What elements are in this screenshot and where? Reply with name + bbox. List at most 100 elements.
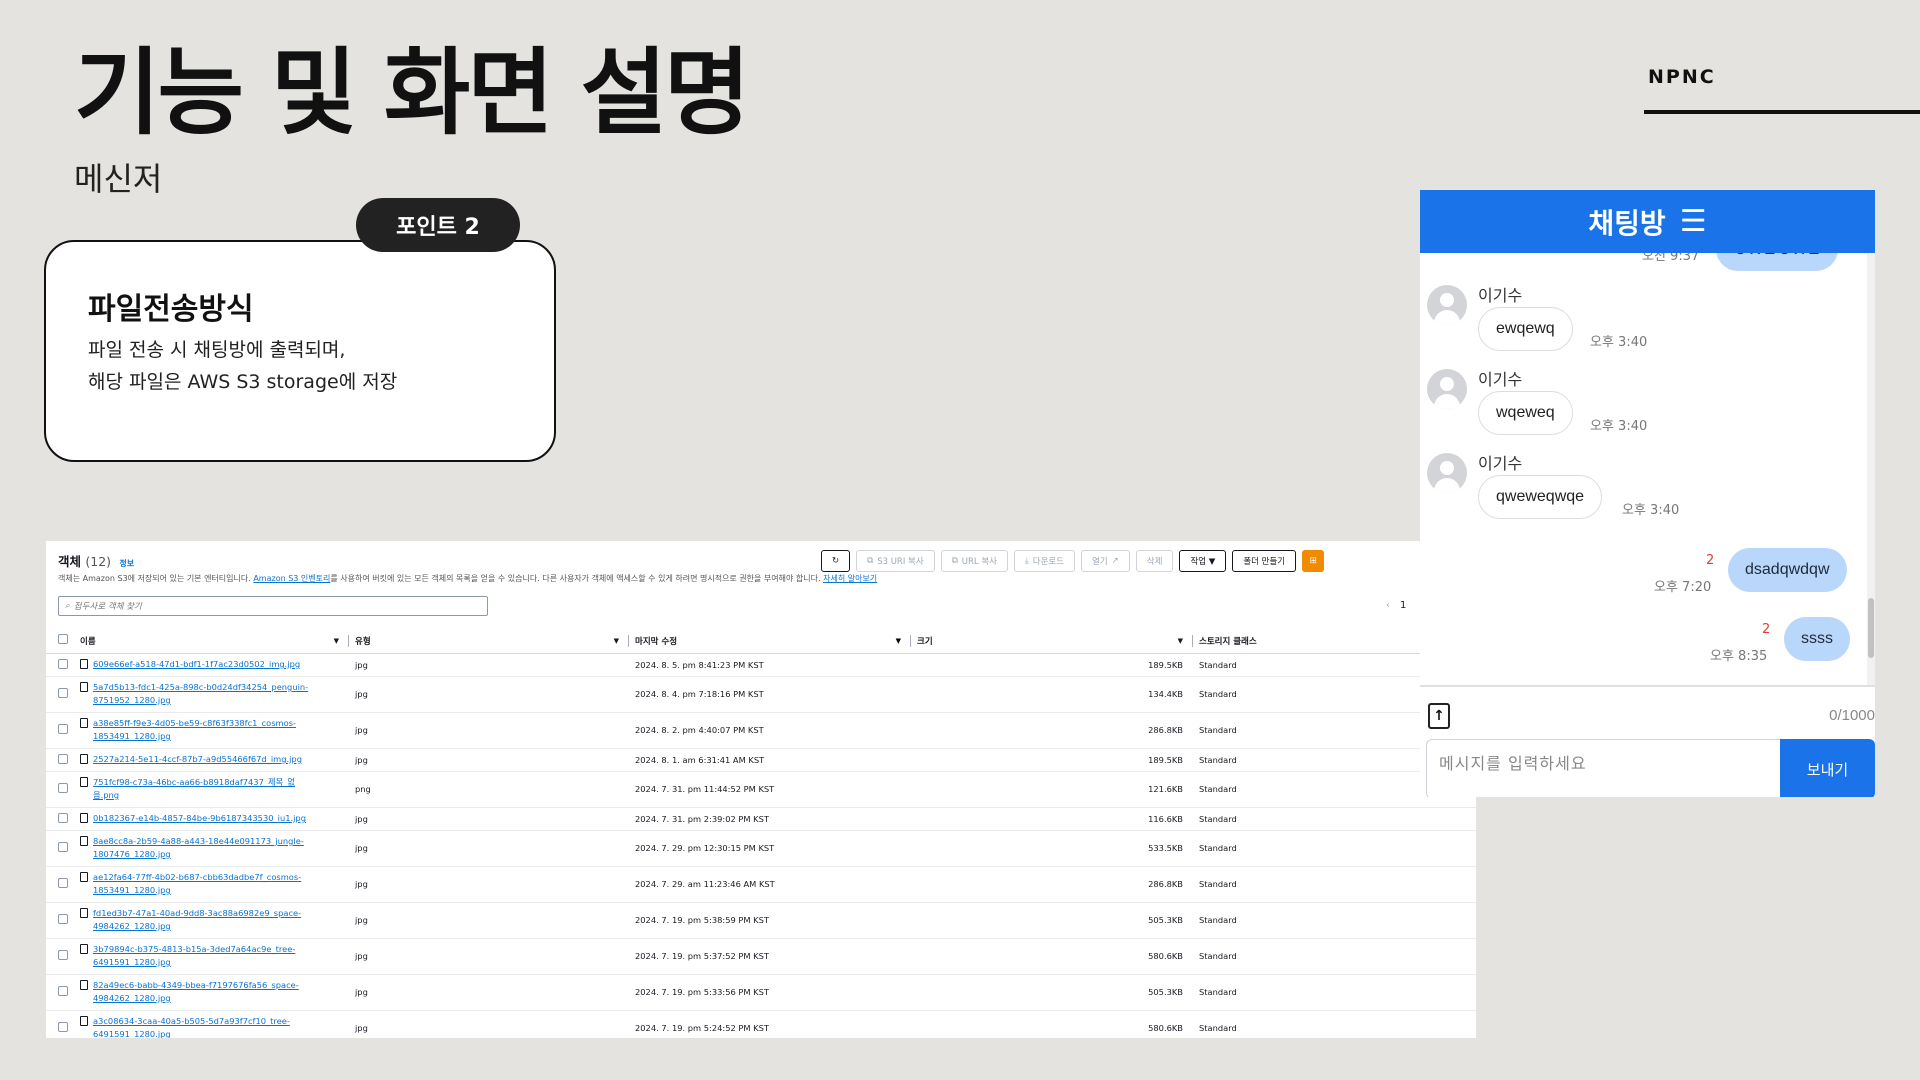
table-row[interactable]: a38e85ff-f9e3-4d05-be59-c8f63f338fc1_cos… — [46, 712, 1476, 749]
object-size: 580.6KB — [913, 938, 1195, 975]
table-row[interactable]: 3b79894c-b375-4813-b15a-3ded7a64ac9e_tre… — [46, 938, 1476, 975]
menu-icon[interactable]: ☰ — [1680, 204, 1707, 239]
object-name-line1: 2527a214-5e11-4ccf-87b7-a9d55466f67d_img… — [93, 754, 302, 764]
row-checkbox[interactable] — [58, 724, 68, 734]
message-time: 오후 3:40 — [1590, 419, 1648, 434]
avatar — [1427, 453, 1467, 493]
object-name-link[interactable]: 3b79894c-b375-4813-b15a-3ded7a64ac9e_tre… — [80, 943, 347, 969]
row-checkbox[interactable] — [58, 1022, 68, 1032]
object-storage-class: Standard — [1195, 866, 1476, 903]
object-name-line1: a3c08634-3caa-40a5-b505-5d7a93f7cf10_tre… — [93, 1016, 290, 1026]
row-checkbox[interactable] — [58, 688, 68, 698]
column-size[interactable]: 크기 ▼ — [913, 629, 1195, 654]
row-checkbox[interactable] — [58, 842, 68, 852]
object-name-line2: 6491591_1280.jpg — [93, 1029, 171, 1038]
s3-inventory-link[interactable]: Amazon S3 인벤토리 — [253, 574, 330, 583]
row-checkbox[interactable] — [58, 950, 68, 960]
column-divider — [910, 635, 911, 647]
object-name-link[interactable]: 751fcf98-c73a-46bc-aa66-b8918daf7437_제목_… — [80, 776, 347, 802]
row-checkbox[interactable] — [58, 914, 68, 924]
object-name-link[interactable]: 8ae8cc8a-2b59-4a88-a443-18e44e091173_jun… — [80, 835, 347, 861]
column-name[interactable]: 이름 ▼ — [76, 629, 351, 654]
file-upload-icon[interactable]: ↑ — [1428, 703, 1450, 729]
object-name-cell: a38e85ff-f9e3-4d05-be59-c8f63f338fc1_cos… — [76, 712, 351, 749]
s3-info-link[interactable]: 정보 — [119, 559, 134, 568]
sender-name: 이기수 — [1478, 370, 1523, 389]
row-checkbox[interactable] — [58, 658, 68, 669]
object-size: 505.3KB — [913, 974, 1195, 1011]
copy-url-button[interactable]: ⧉ URL 복사 — [940, 550, 1008, 572]
message-bubble-mine: ㅇㅈㅂㅇㅈㅂ — [1716, 253, 1839, 271]
object-size: 134.4KB — [913, 676, 1195, 713]
object-name-link[interactable]: 0b182367-e14b-4857-84be-9b6187343530_iu1… — [80, 812, 347, 825]
select-all-checkbox[interactable] — [58, 634, 68, 645]
page-number[interactable]: 1 — [1400, 600, 1406, 611]
object-name-link[interactable]: 609e66ef-a518-47d1-bdf1-1f7ac23d0502_img… — [80, 658, 347, 671]
copy-s3-uri-button[interactable]: ⧉ S3 URI 복사 — [856, 550, 935, 572]
table-row[interactable]: a3c08634-3caa-40a5-b505-5d7a93f7cf10_tre… — [46, 1010, 1476, 1038]
table-row[interactable]: 8ae8cc8a-2b59-4a88-a443-18e44e091173_jun… — [46, 830, 1476, 867]
object-type: jpg — [351, 866, 631, 903]
object-name-link[interactable]: 2527a214-5e11-4ccf-87b7-a9d55466f67d_img… — [80, 753, 347, 766]
object-name-cell: 3b79894c-b375-4813-b15a-3ded7a64ac9e_tre… — [76, 938, 351, 975]
table-row[interactable]: 609e66ef-a518-47d1-bdf1-1f7ac23d0502_img… — [46, 653, 1476, 677]
object-name-link[interactable]: ae12fa64-77ff-4b02-b687-cbb63dadbe7f_cos… — [80, 871, 347, 897]
copy-s3-uri-label: S3 URI 복사 — [877, 557, 924, 567]
row-select-cell — [46, 712, 76, 749]
object-modified: 2024. 8. 2. pm 4:40:07 PM KST — [631, 712, 913, 749]
row-checkbox[interactable] — [58, 753, 68, 764]
object-name-link[interactable]: 82a49ec6-babb-4349-bbea-f7197676fa56_spa… — [80, 979, 347, 1005]
object-type: jpg — [351, 653, 631, 677]
table-row[interactable]: 0b182367-e14b-4857-84be-9b6187343530_iu1… — [46, 807, 1476, 831]
table-row[interactable]: 5a7d5b13-fdc1-425a-898c-b0d24df34254_pen… — [46, 676, 1476, 713]
object-type: jpg — [351, 712, 631, 749]
s3-search-input[interactable]: ⌕ 접두사로 객체 찾기 — [58, 596, 488, 616]
object-name-link[interactable]: 5a7d5b13-fdc1-425a-898c-b0d24df34254_pen… — [80, 681, 347, 707]
s3-objects-table: 이름 ▼ 유형 ▼ 마지막 수정 ▼ 크기 ▼ 스토리지 클래스 609e66ef-a5… — [46, 629, 1476, 1038]
message-time: 오후 3:40 — [1590, 335, 1648, 350]
download-button[interactable]: ⤓ 다운로드 — [1013, 550, 1076, 572]
chat-scrollbar[interactable] — [1867, 253, 1875, 685]
row-select-cell — [46, 807, 76, 831]
object-name-link[interactable]: fd1ed3b7-47a1-40ad-9dd8-3ac88a6982e9_spa… — [80, 907, 347, 933]
object-name-line1: ae12fa64-77ff-4b02-b687-cbb63dadbe7f_cos… — [93, 872, 302, 882]
object-modified: 2024. 7. 29. am 11:23:46 AM KST — [631, 866, 913, 903]
message-bubble-mine: ssss — [1784, 617, 1850, 661]
object-type: jpg — [351, 1010, 631, 1038]
message-bubble: ewqewq — [1478, 307, 1573, 351]
table-row[interactable]: 2527a214-5e11-4ccf-87b7-a9d55466f67d_img… — [46, 748, 1476, 772]
object-name-link[interactable]: a38e85ff-f9e3-4d05-be59-c8f63f338fc1_cos… — [80, 717, 347, 743]
s3-learn-more-link[interactable]: 자세히 알아보기 — [823, 574, 877, 583]
scrollbar-thumb[interactable] — [1868, 598, 1874, 658]
brand-divider — [1644, 110, 1920, 114]
open-button[interactable]: 열기 ↗ — [1081, 550, 1130, 572]
object-modified: 2024. 7. 19. pm 5:33:56 PM KST — [631, 974, 913, 1011]
object-name-link[interactable]: a3c08634-3caa-40a5-b505-5d7a93f7cf10_tre… — [80, 1015, 347, 1038]
refresh-button[interactable]: ↻ — [821, 550, 851, 572]
object-name-line1: 5a7d5b13-fdc1-425a-898c-b0d24df34254_pen… — [93, 682, 309, 692]
actions-dropdown[interactable]: 작업 ▼ — [1179, 550, 1227, 572]
prev-page-button[interactable]: ‹ — [1386, 600, 1390, 611]
point-callout: 파일전송방식 파일 전송 시 채팅방에 출력되며, 해당 파일은 AWS S3 … — [44, 240, 556, 462]
column-modified[interactable]: 마지막 수정 ▼ — [631, 629, 913, 654]
row-checkbox[interactable] — [58, 986, 68, 996]
table-row[interactable]: ae12fa64-77ff-4b02-b687-cbb63dadbe7f_cos… — [46, 866, 1476, 903]
row-select-cell — [46, 902, 76, 939]
upload-button[interactable]: ⊞ — [1302, 550, 1325, 572]
table-row[interactable]: 82a49ec6-babb-4349-bbea-f7197676fa56_spa… — [46, 974, 1476, 1011]
create-folder-button[interactable]: 폴더 만들기 — [1232, 550, 1297, 572]
object-storage-class: Standard — [1195, 902, 1476, 939]
table-row[interactable]: 751fcf98-c73a-46bc-aa66-b8918daf7437_제목_… — [46, 771, 1476, 808]
delete-button[interactable]: 삭제 — [1135, 550, 1174, 572]
object-type: jpg — [351, 938, 631, 975]
row-checkbox[interactable] — [58, 812, 68, 823]
unread-count: 2 — [1706, 553, 1715, 568]
table-row[interactable]: fd1ed3b7-47a1-40ad-9dd8-3ac88a6982e9_spa… — [46, 902, 1476, 939]
column-name-label: 이름 — [80, 636, 96, 647]
row-checkbox[interactable] — [58, 878, 68, 888]
message-input[interactable]: 메시지를 입력하세요 — [1426, 739, 1782, 797]
send-button[interactable]: 보내기 — [1780, 739, 1875, 797]
chat-messages[interactable]: 오전 9:37 ㅇㅈㅂㅇㅈㅂ 이기수 ewqewq 오후 3:40 이기수 wq… — [1420, 253, 1875, 685]
column-type[interactable]: 유형 ▼ — [351, 629, 631, 654]
row-checkbox[interactable] — [58, 783, 68, 793]
